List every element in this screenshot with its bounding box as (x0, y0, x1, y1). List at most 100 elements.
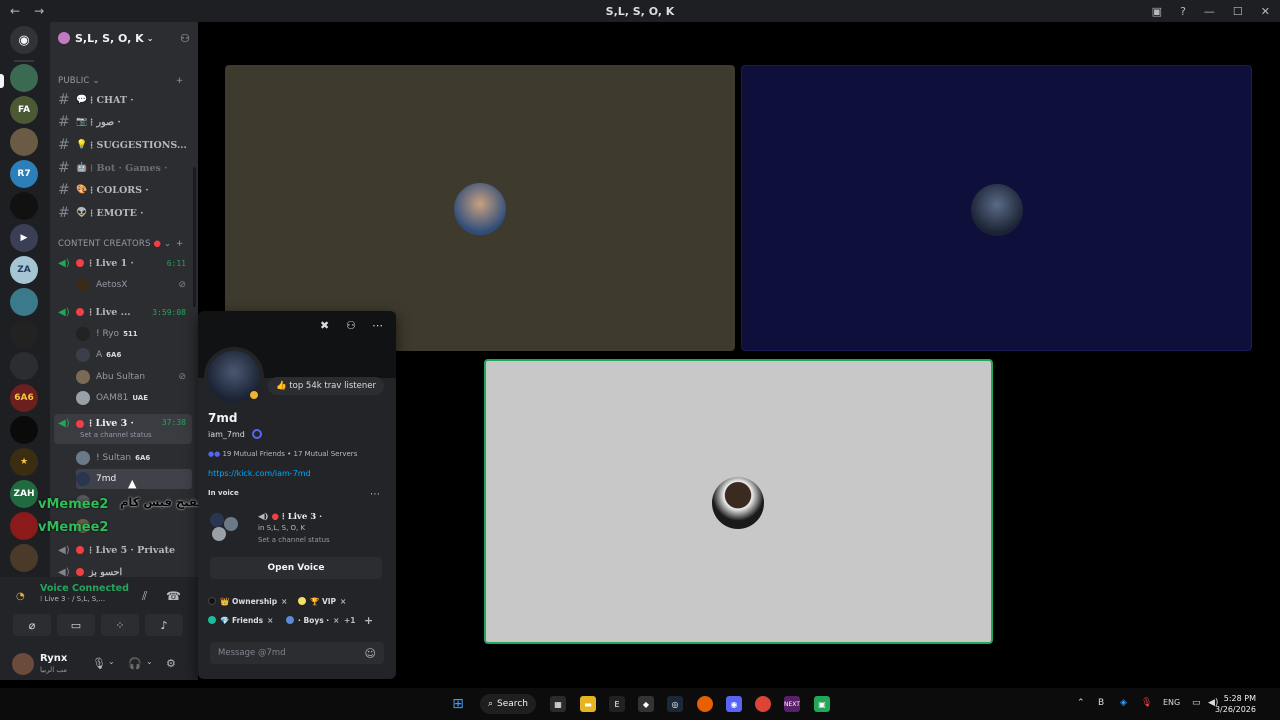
mutuals[interactable]: ●● 19 Mutual Friends • 17 Mutual Servers (208, 450, 357, 458)
avatar[interactable] (12, 653, 34, 675)
more-options-icon[interactable]: ⋯ (372, 319, 383, 332)
taskbar-clock[interactable]: 5:28 PM 3/26/2026 (1215, 693, 1256, 715)
remove-role-icon[interactable]: × (281, 597, 287, 606)
channel-colors[interactable]: # 🎨 ⁞ COLORS · (54, 180, 192, 200)
microphone-icon[interactable]: 🎙 (92, 657, 106, 670)
voice-channel-path[interactable]: ⁞ Live 3 · / S,L, S,... (40, 595, 129, 603)
remove-role-icon[interactable]: × (267, 616, 273, 625)
user-display-name[interactable]: Rynx (40, 653, 67, 664)
language-indicator[interactable]: ENG (1163, 698, 1180, 707)
mutual-servers[interactable]: 17 Mutual Servers (293, 450, 357, 458)
server-icon-1[interactable] (10, 64, 38, 92)
sidebar-scrollbar[interactable] (193, 167, 196, 307)
chevron-down-icon[interactable]: ⌄ (108, 657, 115, 666)
windows-start-icon[interactable]: ⊞ (450, 696, 466, 712)
voice-user[interactable]: ! Ryo 511 (76, 324, 192, 344)
voice-user-selected[interactable]: 7md ▲ (76, 469, 192, 490)
signal-icon[interactable]: ◔ (16, 591, 25, 602)
app-green-icon[interactable]: ▣ (814, 696, 830, 712)
nitro-badge-icon[interactable] (252, 429, 263, 439)
server-icon-2[interactable]: FA (10, 96, 38, 124)
forward-arrow-icon[interactable]: → (34, 4, 44, 18)
steam-icon[interactable]: ◎ (667, 696, 683, 712)
channel-bot-games[interactable]: # 🤖 ⁞ Bot · Games · (54, 158, 192, 178)
back-arrow-icon[interactable]: ← (10, 4, 20, 18)
voice-user[interactable]: ! Sultan 6A6 (76, 448, 192, 468)
category-public[interactable]: PUBLIC ⌄ + (58, 76, 183, 86)
voice-user[interactable]: A 6A6 (76, 345, 192, 365)
add-member-icon[interactable]: ⚇ (180, 32, 190, 45)
server-icon-15[interactable] (10, 512, 38, 540)
voice-status[interactable]: Voice Connected (40, 583, 129, 594)
more-roles[interactable]: +1 (344, 613, 356, 627)
video-tile-2[interactable] (741, 65, 1252, 351)
category-content-creators[interactable]: CONTENT CREATORS ● ⌄ + (58, 239, 183, 249)
profile-avatar[interactable] (204, 347, 264, 407)
server-header[interactable]: S,L, S, O, K ⌄ ⚇ (50, 22, 198, 54)
firefox-icon[interactable] (697, 696, 713, 712)
file-explorer-icon[interactable]: ▬ (580, 696, 596, 712)
remove-role-icon[interactable]: × (333, 616, 339, 625)
tray-app-icon[interactable]: ◈ (1120, 698, 1127, 708)
channel-chat[interactable]: # 💬 ⁞ CHAT · (54, 90, 192, 110)
server-icon-13[interactable]: ★ (10, 448, 38, 476)
create-channel-icon[interactable]: + (176, 76, 183, 86)
next-app-icon[interactable]: NEXT (784, 696, 800, 712)
epic-games-icon[interactable]: E (609, 696, 625, 712)
chrome-icon[interactable] (755, 696, 771, 712)
soundboard-button[interactable]: ♪ (145, 614, 183, 636)
server-icon-8[interactable] (10, 288, 38, 316)
server-icon-4[interactable]: R7 (10, 160, 38, 188)
video-tile-3-speaking[interactable] (484, 359, 993, 644)
tray-overflow-icon[interactable]: ⌃ (1077, 698, 1085, 708)
open-voice-button[interactable]: Open Voice (210, 557, 382, 579)
role-pill[interactable]: · Boys · × (286, 613, 339, 627)
maximize-icon[interactable]: ☐ (1233, 5, 1243, 18)
help-icon[interactable]: ? (1180, 5, 1186, 18)
inbox-icon[interactable]: ▣ (1152, 5, 1162, 18)
app-cube-icon[interactable]: ◆ (638, 696, 654, 712)
tools-icon[interactable]: ✖ (320, 319, 329, 332)
server-icon-11[interactable]: 6A6 (10, 384, 38, 412)
discord-home-icon[interactable]: ◉ (10, 26, 38, 54)
voice-channel-last[interactable]: ◀) احسو بز (54, 562, 192, 578)
voice-user[interactable]: Abu Sultan ⊘ (76, 367, 192, 387)
voice-channel-live3[interactable]: ◀) ⁞ Live 3 · 37:38 Set a channel status (54, 414, 192, 444)
emoji-icon[interactable]: ☺ (365, 647, 376, 660)
add-friend-icon[interactable]: ⚇ (346, 319, 356, 332)
discord-taskbar-icon[interactable]: ◉ (726, 696, 742, 712)
server-icon-10[interactable] (10, 352, 38, 380)
close-icon[interactable]: ✕ (1261, 5, 1270, 18)
video-tile-1[interactable] (225, 65, 735, 351)
microphone-tray-icon[interactable]: 🎙 (1141, 698, 1152, 708)
profile-link[interactable]: https://kick.com/iam-7md (208, 469, 311, 478)
voice-channel-live2[interactable]: ◀) ⁞ Live ... 3:59:08 (54, 302, 192, 322)
channel-photos[interactable]: # 📷 ⁞ صور · (54, 112, 192, 132)
server-icon-14[interactable]: ZAH (10, 480, 38, 508)
server-icon-7[interactable]: ZA (10, 256, 38, 284)
message-input[interactable]: Message @7md ☺ (210, 642, 384, 664)
role-pill[interactable]: 💎 Friends × (208, 613, 273, 627)
camera-off-button[interactable]: ⌀ (13, 614, 51, 636)
share-screen-button[interactable]: ▭ (57, 614, 95, 636)
server-icon-6[interactable]: ▶ (10, 224, 38, 252)
server-icon-12[interactable] (10, 416, 38, 444)
server-icon-5[interactable] (10, 192, 38, 220)
chevron-down-icon[interactable]: ⌄ (146, 657, 153, 666)
taskbar-search[interactable]: ⌕ Search (480, 694, 536, 714)
channel-emote[interactable]: # 👽 ⁞ EMOTE · (54, 203, 192, 223)
mutual-friends[interactable]: 19 Mutual Friends (222, 450, 284, 458)
settings-gear-icon[interactable]: ⚙ (166, 657, 176, 670)
server-icon-16[interactable] (10, 544, 38, 572)
voice-channel-live1[interactable]: ◀) ⁞ Live 1 · 6:11 (54, 253, 192, 273)
voice-user[interactable]: AetosX ⊘ (76, 275, 192, 295)
create-channel-icon[interactable]: + (176, 239, 183, 249)
server-icon-9[interactable] (10, 320, 38, 348)
voice-user[interactable]: OAM81 UAE (76, 388, 192, 408)
noise-suppression-icon[interactable]: ⫽ (142, 589, 147, 604)
network-icon[interactable]: ▭ (1192, 698, 1201, 708)
channel-suggestions[interactable]: # 💡 ⁞ SUGGESTIONS... (54, 135, 192, 155)
remove-role-icon[interactable]: × (340, 597, 346, 606)
more-options-icon[interactable]: ⋯ (370, 489, 380, 500)
role-pill[interactable]: 🏆 VIP × (298, 594, 346, 608)
